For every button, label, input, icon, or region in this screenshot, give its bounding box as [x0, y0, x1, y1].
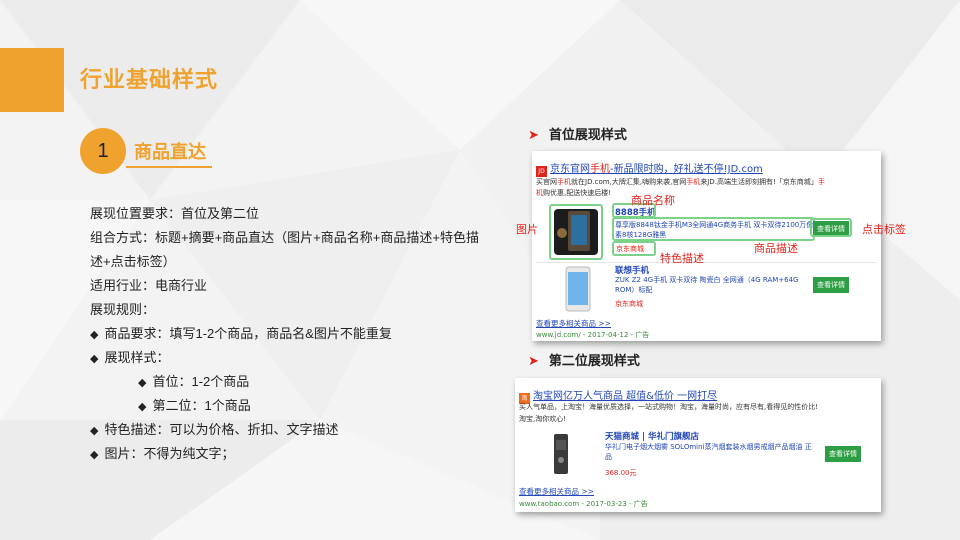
product-view-button[interactable]: 查看详情	[825, 446, 861, 462]
ad-footer: www.jd.com/ - 2017-04-12 - 广告	[536, 331, 650, 339]
title-accent-block	[0, 48, 64, 112]
summary-text: 买官网	[536, 178, 557, 186]
ad-title-keyword: 手机	[590, 164, 610, 175]
section-number-badge: 1	[80, 128, 126, 174]
bullet-item: 特色描述：可以为价格、折扣、文字描述	[90, 418, 510, 442]
desc-highlight-box	[612, 217, 815, 241]
annotation-product-desc: 商品描述	[754, 243, 798, 255]
ad-summary-line1: 买人气单品，上淘宝！海量优质选择，一站式购物！淘宝，海量时尚，应有尽有,看得见的…	[519, 403, 819, 411]
summary-text: 就在JD.com,大牌汇集,嗨购来袭,官网	[571, 178, 687, 186]
chevron-right-icon: ➤	[528, 353, 539, 368]
desc-line: 述+点击标签）	[90, 254, 176, 269]
jd-logo-icon: JD	[536, 166, 547, 177]
section-title: 商品直达	[134, 142, 206, 162]
ad-title-link[interactable]: 京东官网手机-新品限时购，好礼送不停!JD.com	[550, 164, 763, 175]
first-position-heading: ➤ 首位展现样式	[528, 124, 627, 143]
annotation-image: 图片	[516, 224, 538, 236]
ad-summary-line2: 机购优惠,配送快速后楼!	[536, 188, 611, 198]
ad-title-suffix: -新品限时购，好礼送不停!JD.com	[610, 164, 763, 175]
ad-summary-line1: 买官网手机就在JD.com,大牌汇集,嗨购来袭,官网手机来JD.高端生活即刻拥有…	[536, 177, 876, 187]
ad-footer: www.taobao.com - 2017-03-23 - 广告	[519, 500, 648, 508]
product-image[interactable]	[537, 428, 587, 480]
section-underline	[126, 166, 212, 168]
product2-feature: 京东商城	[615, 300, 643, 308]
first-position-ad-card: JD 京东官网手机-新品限时购，好礼送不停!JD.com 买官网手机就在JD.co…	[532, 151, 881, 341]
ad-title-prefix: 京东官网	[550, 164, 590, 175]
bullet-item: 商品要求：填写1-2个商品，商品名&图片不能重复	[90, 322, 510, 346]
ad-title-row[interactable]: 淘淘宝网亿万人气商品 超值&低价 一网打尽	[519, 384, 717, 404]
desc-line: 组合方式：标题+摘要+商品直达（图片+商品名称+商品描述+特色描	[90, 230, 479, 245]
desc-line: 展现规则：	[90, 302, 156, 317]
ad-summary-line2: 淘宝,淘你欢心!	[519, 415, 567, 423]
product-desc: 华礼门电子烟大烟雾 SOLOmini蒸汽烟套装水烟男戒烟产品烟油 正品	[605, 443, 812, 461]
bullet-item: 图片：不得为纯文字；	[90, 442, 510, 466]
desc-line: 展现位置要求：首位及第二位	[90, 206, 260, 221]
chevron-right-icon: ➤	[528, 127, 539, 142]
summary-keyword: 手	[817, 178, 825, 186]
second-position-heading-text: 第二位展现样式	[548, 353, 640, 368]
product-name[interactable]: 天猫商城 | 华礼门旗舰店	[605, 430, 699, 442]
summary-text: 购优惠,配送快速后楼!	[543, 189, 612, 197]
product2-image[interactable]	[552, 265, 600, 315]
product2-view-button[interactable]: 查看详情	[813, 277, 849, 293]
more-products-link[interactable]: 查看更多相关商品 >>	[536, 318, 611, 329]
ad-title-row[interactable]: JD 京东官网手机-新品限时购，好礼送不停!JD.com	[536, 157, 763, 177]
bullet-item: 展现样式：	[90, 346, 510, 370]
ad-title-link[interactable]: 淘宝网亿万人气商品 超值&低价 一网打尽	[533, 391, 717, 402]
second-position-heading: ➤ 第二位展现样式	[528, 350, 640, 369]
sub-bullet-item: 首位：1-2个商品	[90, 370, 510, 394]
more-products-link[interactable]: 查看更多相关商品 >>	[519, 486, 594, 497]
sub-bullet-item: 第二位：1个商品	[90, 394, 510, 418]
summary-text: 来JD.高端生活即刻拥有!「京东商城」	[700, 178, 818, 186]
product-price: 368.00元	[605, 469, 637, 477]
feature-highlight-box	[612, 241, 656, 256]
second-position-ad-card: 淘淘宝网亿万人气商品 超值&低价 一网打尽 买人气单品，上淘宝！海量优质选择，一…	[515, 378, 881, 512]
first-position-heading-text: 首位展现样式	[548, 127, 627, 142]
annotation-feature-desc: 特色描述	[660, 253, 704, 265]
image-highlight-box	[549, 204, 603, 260]
annotation-product-name: 商品名称	[631, 195, 675, 207]
description-block: 展现位置要求：首位及第二位 组合方式：标题+摘要+商品直达（图片+商品名称+商品…	[90, 202, 510, 466]
divider	[536, 262, 876, 263]
product2-desc: ZUK Z2 4G手机 双卡双待 陶瓷白 全网通（4G RAM+64G ROM）…	[615, 276, 799, 294]
slide-title: 行业基础样式	[80, 67, 219, 92]
button-highlight-box	[810, 218, 852, 237]
summary-keyword: 机	[536, 189, 543, 197]
desc-line: 适用行业：电商行业	[90, 278, 208, 293]
summary-keyword: 手机	[557, 178, 571, 186]
summary-keyword: 手机	[686, 178, 701, 186]
annotation-click-label: 点击标签	[862, 224, 906, 236]
